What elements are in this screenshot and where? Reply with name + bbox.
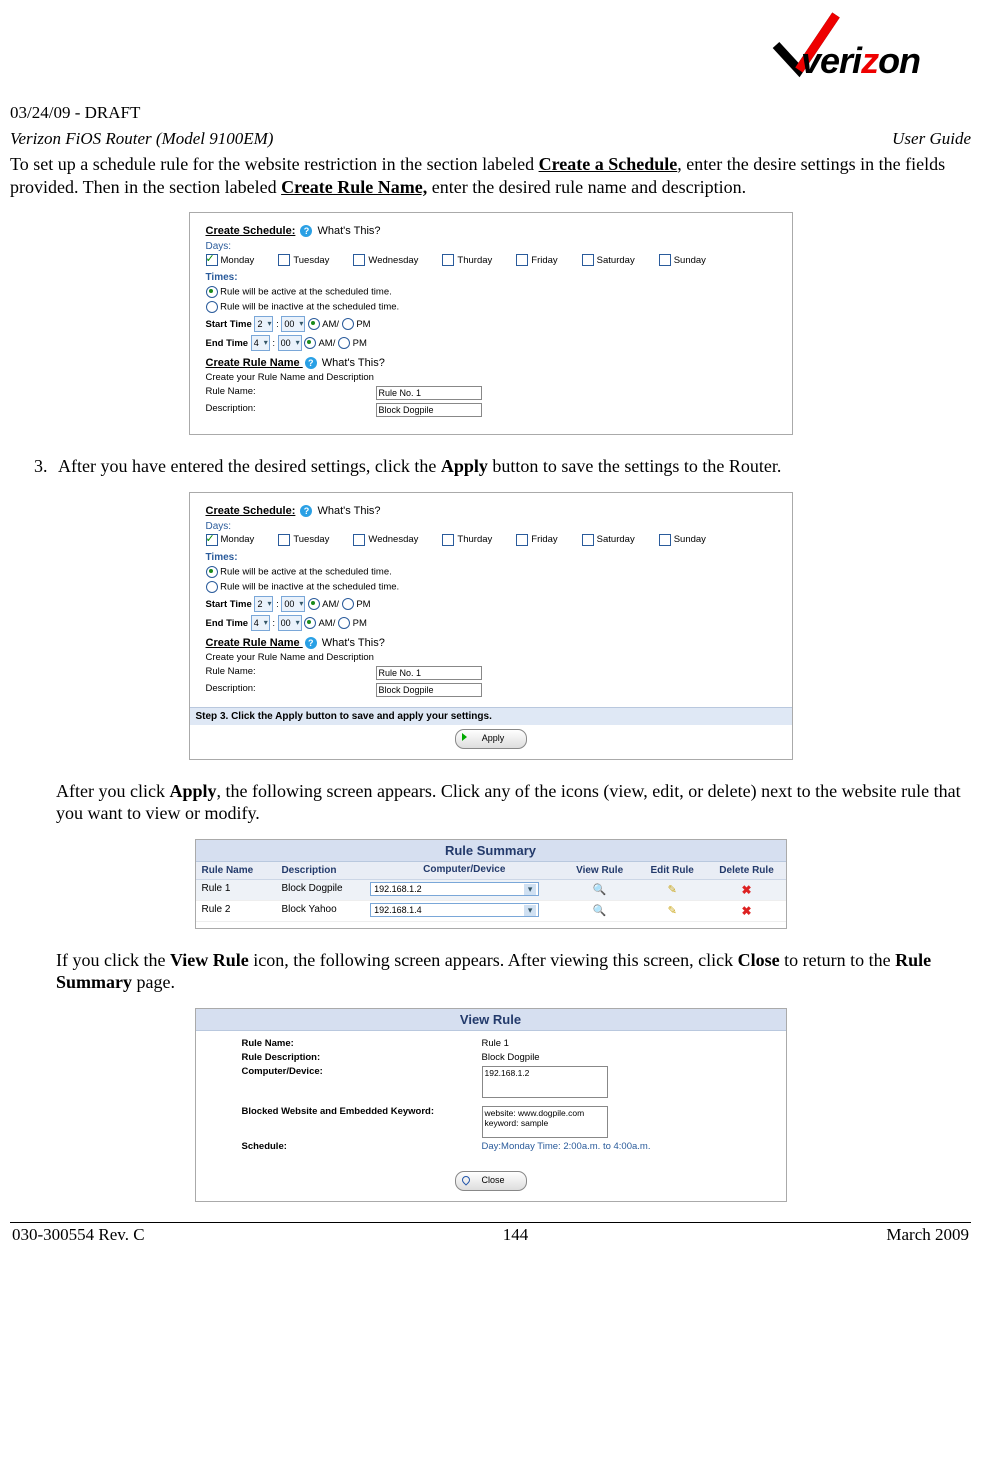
logo-text-pre: veri [801,40,861,81]
view-rule-title: View Rule [196,1009,786,1031]
screenshot-rule-summary: Rule Summary Rule Name Description Compu… [195,839,787,929]
view-rule-paragraph: If you click the View Rule icon, the fol… [56,949,971,994]
radio-icon [206,566,218,578]
checkbox-icon [353,254,365,266]
checkbox-icon [353,534,365,546]
radio-icon [206,286,218,298]
checkbox-icon [442,534,454,546]
draft-line: 03/24/09 - DRAFT [10,103,971,123]
help-icon: ? [305,637,317,649]
footer-page-number: 144 [503,1225,529,1245]
close-button[interactable]: Close [455,1171,527,1191]
magnifier-icon[interactable]: 🔍 [593,905,607,917]
checkbox-icon [206,254,218,266]
table-row: Rule 1 Block Dogpile 192.168.1.2 🔍 ✎ ✖ [196,880,786,901]
radio-icon [308,598,320,610]
doc-title: Verizon FiOS Router (Model 9100EM) [10,129,273,149]
footer-left: 030-300554 Rev. C [12,1225,145,1245]
step-3: After you have entered the desired setti… [52,455,971,478]
screenshot-view-rule: View Rule Rule Name:Rule 1 Rule Descript… [195,1008,787,1202]
table-row: Rule 2 Block Yahoo 192.168.1.4 🔍 ✎ ✖ [196,901,786,922]
radio-icon [308,318,320,330]
pencil-icon[interactable]: ✎ [668,884,677,896]
delete-icon[interactable]: ✖ [742,883,752,897]
screenshot-create-schedule-1: Create Schedule: ? What's This? Days: Mo… [189,212,793,435]
checkbox-icon [278,254,290,266]
footer-right: March 2009 [886,1225,969,1245]
logo-text-post: on [878,40,920,81]
page-footer: 030-300554 Rev. C 144 March 2009 [10,1222,971,1259]
verizon-logo: verizon [771,10,971,90]
apply-button[interactable]: Apply [455,729,527,749]
checkbox-icon [659,534,671,546]
radio-icon [342,318,354,330]
delete-icon[interactable]: ✖ [742,904,752,918]
checkbox-icon [206,534,218,546]
device-dropdown[interactable]: 192.168.1.2 [370,882,539,896]
help-icon: ? [300,505,312,517]
after-apply-paragraph: After you click Apply, the following scr… [56,780,971,825]
checkbox-icon [516,254,528,266]
logo-text-z: z [861,40,878,81]
checkbox-icon [442,254,454,266]
screenshot-create-schedule-2: Create Schedule: ? What's This? Days: Mo… [189,492,793,760]
checkbox-icon [582,254,594,266]
help-icon: ? [300,225,312,237]
pencil-icon[interactable]: ✎ [668,905,677,917]
checkbox-icon [278,534,290,546]
checkbox-icon [659,254,671,266]
intro-paragraph: To set up a schedule rule for the websit… [10,153,971,198]
doc-type: User Guide [892,129,971,149]
step3-banner: Step 3. Click the Apply button to save a… [190,707,792,725]
radio-icon [206,301,218,313]
radio-icon [338,617,350,629]
radio-icon [206,581,218,593]
checkbox-icon [582,534,594,546]
logo-area: verizon [10,0,971,95]
radio-icon [342,598,354,610]
checkbox-icon [516,534,528,546]
radio-icon [304,337,316,349]
magnifier-icon[interactable]: 🔍 [593,884,607,896]
help-icon: ? [305,357,317,369]
rule-summary-title: Rule Summary [196,840,786,862]
radio-icon [338,337,350,349]
radio-icon [304,617,316,629]
device-dropdown[interactable]: 192.168.1.4 [370,903,539,917]
